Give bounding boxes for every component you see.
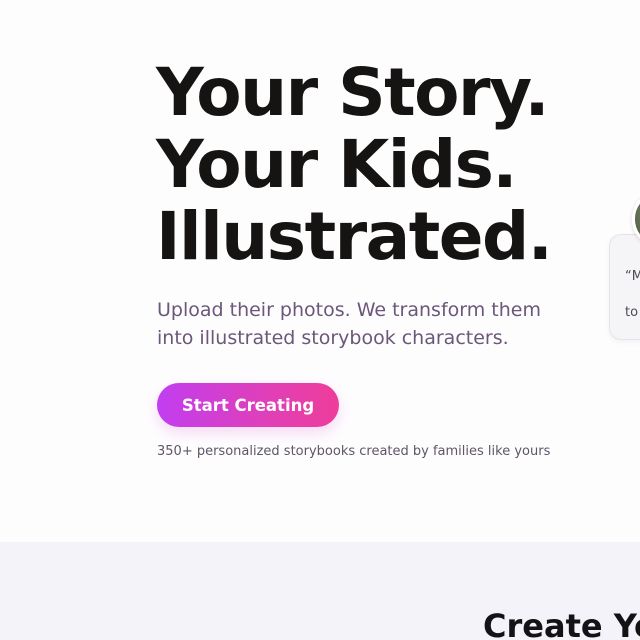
subtitle-line-2: into illustrated storybook characters. bbox=[157, 327, 509, 349]
testimonial-card: “M to bbox=[609, 234, 640, 340]
social-proof-text: 350+ personalized storybooks created by … bbox=[157, 444, 551, 459]
headline-line-2: Your Kids. bbox=[156, 126, 517, 203]
start-creating-button[interactable]: Start Creating bbox=[157, 383, 339, 427]
testimonial-quote-line-1: “M bbox=[625, 269, 640, 284]
headline-line-3: Illustrated. bbox=[156, 198, 553, 275]
landing-page: Your Story. Your Kids. Illustrated. Uplo… bbox=[0, 0, 640, 640]
headline-line-1: Your Story. bbox=[156, 54, 550, 131]
subtitle-line-1: Upload their photos. We transform them bbox=[157, 299, 541, 321]
hero-section: Your Story. Your Kids. Illustrated. Uplo… bbox=[0, 0, 640, 542]
testimonial-quote-line-2: to bbox=[625, 305, 639, 320]
hero-headline: Your Story. Your Kids. Illustrated. bbox=[156, 54, 553, 275]
hero-subtitle: Upload their photos. We transform them i… bbox=[157, 296, 557, 352]
create-section-title: Create Yo bbox=[483, 607, 640, 640]
